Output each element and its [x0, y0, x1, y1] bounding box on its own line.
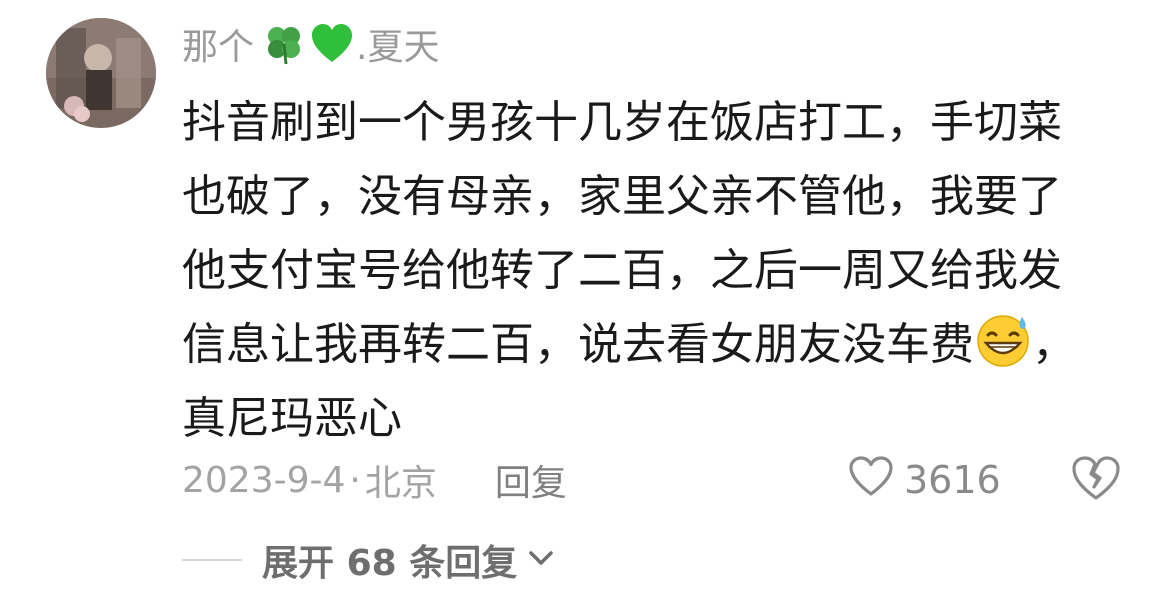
username-prefix: 那个: [182, 27, 255, 68]
username-suffix: .夏天: [356, 27, 440, 68]
comment-line: 他支付宝号给他转了二百，之后一周又给我发: [182, 245, 1062, 296]
comment-location: 北京: [364, 463, 437, 504]
expand-replies-button[interactable]: 展开 68 条回复: [182, 532, 555, 588]
like-button[interactable]: 3616: [848, 452, 1001, 508]
expand-prefix: 展开: [262, 543, 335, 584]
comment-line: 也破了，没有母亲，家里父亲不管他，我要了: [182, 171, 1062, 222]
four-leaf-clover-icon: [262, 22, 306, 66]
grinning-sweat-emoji-icon: [974, 311, 1032, 369]
meta-separator: ·: [349, 459, 361, 501]
chevron-down-icon: [527, 548, 555, 572]
username[interactable]: 那个 .夏天: [182, 18, 439, 70]
comment-text: 抖音刷到一个男孩十几岁在饭店打工，手切菜 也破了，没有母亲，家里父亲不管他，我要…: [182, 86, 1112, 456]
dislike-button[interactable]: [1070, 454, 1122, 506]
comment-line-tail: ，: [1032, 319, 1076, 370]
expand-suffix: 条回复: [409, 543, 518, 584]
comment-line: 信息让我再转二百，说去看女朋友没车费 ，: [182, 308, 1112, 382]
avatar[interactable]: [46, 18, 156, 128]
broken-heart-icon: [1070, 456, 1122, 506]
expand-count: 68: [346, 543, 397, 584]
comment-date: 2023-9-4: [182, 459, 346, 501]
reply-button[interactable]: 回复: [495, 454, 567, 506]
comment-line: 真尼玛恶心: [182, 393, 402, 444]
comment-line: 抖音刷到一个男孩十几岁在饭店打工，手切菜: [182, 97, 1062, 148]
like-count: 3616: [904, 458, 1001, 502]
heart-icon: [848, 455, 904, 506]
comment-line-text: 信息让我再转二百，说去看女朋友没车费: [182, 319, 974, 370]
expand-replies-label: 展开 68 条回复: [262, 534, 517, 586]
green-heart-icon: [310, 22, 354, 66]
comment-meta: 2023-9-4 · 北京 回复: [182, 452, 567, 508]
divider: [182, 559, 242, 561]
